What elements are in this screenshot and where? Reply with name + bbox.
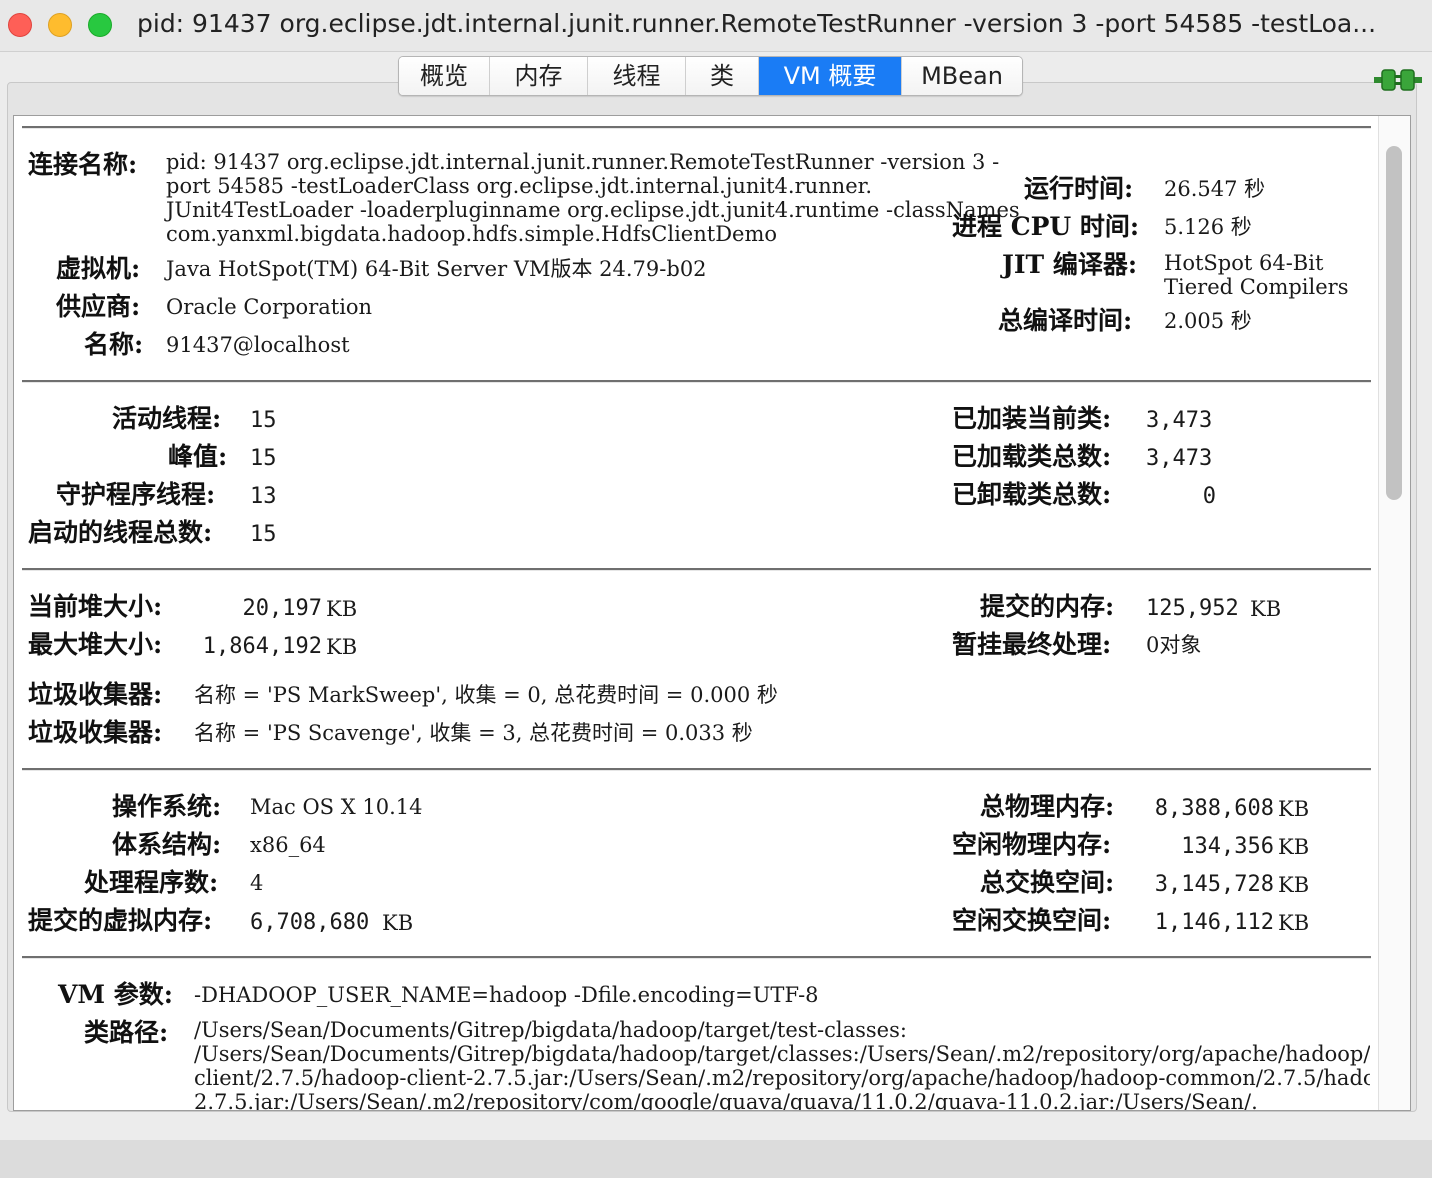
free-swap-space-value: 1,146,112 [1154,910,1274,935]
process-cpu-label: 进程 CPU 时间: [952,212,1140,241]
total-physical-memory-unit: KB [1278,797,1310,821]
close-window-button[interactable] [8,13,32,37]
classpath-line: 2.7.5.jar:/Users/Sean/.m2/repository/com… [194,1090,1258,1110]
garbage-collector-label: 垃圾收集器: [28,680,163,709]
jit-compiler-label: JIT 编译器: [1002,250,1138,279]
section-separator [22,768,1371,771]
unloaded-classes-label: 已卸载类总数: [952,480,1112,509]
started-threads-label: 启动的线程总数: [28,518,213,547]
classpath-line: /Users/Sean/Documents/Gitrep/bigdata/had… [194,1018,907,1042]
vm-label: 虚拟机: [56,254,141,283]
name-value: 91437@localhost [166,333,350,357]
pending-finalization-value: 0对象 [1146,633,1202,657]
minimize-window-button[interactable] [48,13,72,37]
tab-mbean[interactable]: MBean [902,57,1022,95]
total-physical-memory-label: 总物理内存: [980,792,1115,821]
total-swap-space-label: 总交换空间: [980,868,1115,897]
tab-bar: 概览 内存 线程 类 VM 概要 MBean [398,56,1023,96]
committed-virtual-memory-label: 提交的虚拟内存: [28,906,213,935]
classpath-value: /Users/Sean/Documents/Gitrep/bigdata/had… [194,1018,1370,1110]
section-separator [22,956,1371,959]
uptime-label: 运行时间: [1024,174,1134,203]
os-value: Mac OS X 10.14 [250,795,423,819]
process-cpu-value: 5.126 秒 [1164,215,1252,239]
total-swap-space-value: 3,145,728 [1154,872,1274,897]
peak-threads-value: 15 [250,446,277,471]
tab-overview[interactable]: 概览 [399,57,490,95]
window-title: pid: 91437 org.eclipse.jdt.internal.juni… [137,9,1377,38]
window-bottom-strip [0,1140,1432,1178]
max-heap-label: 最大堆大小: [28,630,163,659]
committed-virtual-memory-value: 6,708,680 [250,910,370,935]
processors-value: 4 [250,871,264,895]
connection-name-label: 连接名称: [28,150,138,179]
vm-arguments-label: VM 参数: [58,980,174,1009]
loaded-classes-value: 3,473 [1146,408,1213,433]
classpath-label: 类路径: [84,1018,169,1047]
vm-arguments-value: -DHADOOP_USER_NAME=hadoop -Dfile.encodin… [194,983,819,1007]
jit-compiler-value: Tiered Compilers [1164,275,1349,299]
uptime-value: 26.547 秒 [1164,177,1266,201]
os-label: 操作系统: [112,792,222,821]
total-compile-label: 总编译时间: [998,306,1133,335]
connection-name-line: JUnit4TestLoader -loaderpluginname org.e… [166,198,1020,222]
architecture-value: x86_64 [250,833,326,857]
section-separator [22,380,1371,383]
jit-compiler-value: HotSpot 64-Bit [1164,251,1324,275]
total-loaded-classes-value: 3,473 [1146,446,1213,471]
max-heap-value: 1,864,192 [202,634,322,659]
total-compile-value: 2.005 秒 [1164,309,1252,333]
connection-name-line: pid: 91437 org.eclipse.jdt.internal.juni… [166,150,1000,174]
free-swap-space-unit: KB [1278,911,1310,935]
tab-classes[interactable]: 类 [686,57,759,95]
tab-vm-summary[interactable]: VM 概要 [759,57,902,95]
classpath-line: client/2.7.5/hadoop-client-2.7.5.jar:/Us… [194,1066,1370,1090]
free-physical-memory-unit: KB [1278,835,1310,859]
connection-plug-icon[interactable] [1374,67,1422,93]
scrollbar-thumb[interactable] [1386,146,1402,500]
free-physical-memory-label: 空闲物理内存: [952,830,1112,859]
current-heap-unit: KB [326,597,358,621]
vendor-value: Oracle Corporation [166,295,373,319]
title-bar: pid: 91437 org.eclipse.jdt.internal.juni… [0,0,1432,52]
daemon-threads-label: 守护程序线程: [56,480,216,509]
live-threads-value: 15 [250,408,277,433]
current-heap-value: 20,197 [242,596,322,621]
loaded-classes-label: 已加装当前类: [952,404,1112,433]
daemon-threads-value: 13 [250,484,277,509]
architecture-label: 体系结构: [112,830,222,859]
committed-memory-label: 提交的内存: [980,592,1115,621]
committed-memory-unit: KB [1250,597,1282,621]
unloaded-classes-value: 0 [1202,484,1216,509]
section-separator [22,568,1371,571]
connection-name-line: port 54585 -testLoaderClass org.eclipse.… [166,174,873,198]
classpath-line: /Users/Sean/Documents/Gitrep/bigdata/had… [194,1042,1370,1066]
started-threads-value: 15 [250,522,277,547]
garbage-collector-label: 垃圾收集器: [28,718,163,747]
vm-value: Java HotSpot(TM) 64-Bit Server VM版本 24.7… [166,257,707,281]
tab-memory[interactable]: 内存 [490,57,588,95]
garbage-collector-value: 名称 = 'PS MarkSweep', 收集 = 0, 总花费时间 = 0.0… [194,683,778,707]
committed-virtual-memory-unit: KB [382,911,414,935]
total-loaded-classes-label: 已加载类总数: [952,442,1112,471]
processors-label: 处理程序数: [84,868,219,897]
zoom-window-button[interactable] [88,13,112,37]
free-swap-space-label: 空闲交换空间: [952,906,1112,935]
pending-finalization-label: 暂挂最终处理: [952,630,1112,659]
current-heap-label: 当前堆大小: [28,592,163,621]
vendor-label: 供应商: [56,292,141,321]
section-separator [22,126,1371,129]
garbage-collector-value: 名称 = 'PS Scavenge', 收集 = 3, 总花费时间 = 0.03… [194,721,753,745]
max-heap-unit: KB [326,635,358,659]
total-swap-space-unit: KB [1278,873,1310,897]
committed-memory-value: 125,952 [1146,596,1239,621]
peak-threads-label: 峰值: [168,442,228,471]
total-physical-memory-value: 8,388,608 [1154,796,1274,821]
tab-threads[interactable]: 线程 [588,57,686,95]
live-threads-label: 活动线程: [112,404,222,433]
name-label: 名称: [84,330,144,359]
free-physical-memory-value: 134,356 [1181,834,1274,859]
connection-name-line: com.yanxml.bigdata.hadoop.hdfs.simple.Hd… [166,222,778,246]
